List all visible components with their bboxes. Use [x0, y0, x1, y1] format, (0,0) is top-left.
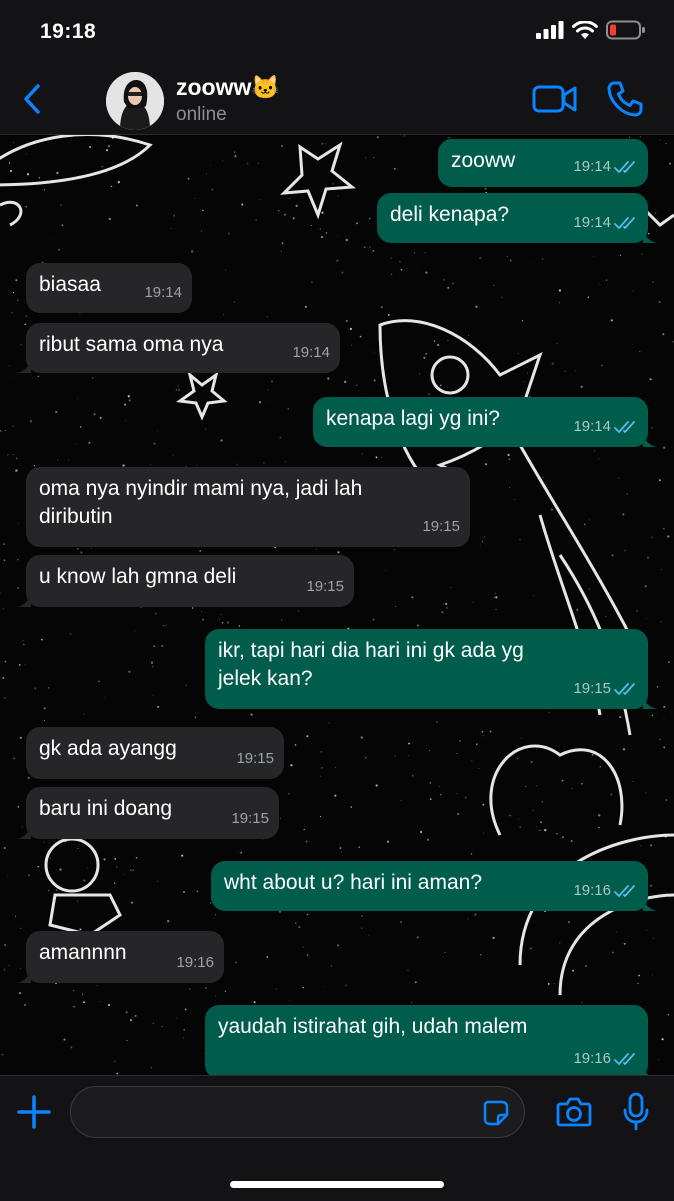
- message-text: ikr, tapi hari dia hari ini gk ada yg je…: [218, 639, 524, 690]
- read-ticks-icon: [614, 885, 635, 897]
- status-time: 19:18: [40, 20, 97, 43]
- bubble-tail: [17, 593, 31, 607]
- message-meta: 19:14: [573, 209, 638, 237]
- message-meta: 19:15: [573, 675, 638, 703]
- message-bubble-outgoing[interactable]: yaudah istirahat gih, udah malem 19:16: [205, 1005, 649, 1075]
- composer-bar: [0, 1075, 674, 1201]
- home-indicator: [230, 1181, 444, 1188]
- bubble-tail: [643, 695, 657, 709]
- message-text: oma nya nyindir mami nya, jadi lah dirib…: [39, 477, 363, 528]
- message-meta: 19:16: [573, 1045, 638, 1073]
- message-list[interactable]: zooww 19:14 deli kenapa? 19:14 biasaa 19:14 ri…: [0, 135, 674, 1075]
- message-text: u know lah gmna deli: [39, 565, 237, 588]
- message-time: 19:15: [231, 810, 269, 827]
- message-meta: 19:15: [231, 805, 269, 833]
- message-meta: 19:14: [573, 413, 638, 441]
- video-call-icon[interactable]: [532, 84, 578, 114]
- message-bubble-outgoing[interactable]: zooww 19:14: [438, 139, 648, 187]
- message-bubble-incoming[interactable]: oma nya nyindir mami nya, jadi lah dirib…: [26, 467, 470, 547]
- message-time: 19:15: [306, 578, 344, 595]
- contact-name[interactable]: zooww🐱: [176, 74, 280, 101]
- plus-icon[interactable]: [16, 1094, 52, 1130]
- message-meta: 19:15: [422, 513, 460, 541]
- message-bubble-incoming[interactable]: baru ini doang 19:15: [17, 787, 279, 839]
- bubble-tail: [17, 969, 31, 983]
- phone-call-icon[interactable]: [606, 80, 644, 118]
- message-time: 19:15: [422, 518, 460, 535]
- read-ticks-icon: [614, 161, 635, 173]
- read-ticks-icon: [614, 217, 635, 229]
- message-meta: 19:14: [573, 153, 638, 181]
- message-bubble-incoming[interactable]: amannnn 19:16: [17, 931, 224, 983]
- message-text: ribut sama oma nya: [39, 333, 224, 356]
- message-bubble-outgoing[interactable]: ikr, tapi hari dia hari ini gk ada yg je…: [205, 629, 657, 709]
- bubble-tail: [643, 229, 657, 243]
- message-bubble-incoming[interactable]: u know lah gmna deli 19:15: [17, 555, 354, 607]
- sticker-icon[interactable]: [482, 1099, 510, 1127]
- message-bubble-outgoing[interactable]: wht about u? hari ini aman? 19:16: [211, 861, 657, 911]
- status-icons: [536, 20, 646, 40]
- message-meta: 19:14: [292, 339, 330, 367]
- message-meta: 19:16: [573, 877, 638, 905]
- message-meta: 19:16: [176, 949, 214, 977]
- message-time: 19:14: [573, 214, 611, 231]
- camera-icon[interactable]: [556, 1096, 592, 1128]
- message-text: yaudah istirahat gih, udah malem: [218, 1015, 528, 1038]
- message-time: 19:14: [292, 344, 330, 361]
- message-meta: 19:14: [144, 279, 182, 307]
- message-time: 19:14: [573, 158, 611, 175]
- bubble-tail: [17, 825, 31, 839]
- microphone-icon[interactable]: [622, 1092, 650, 1132]
- contact-status: online: [176, 104, 227, 125]
- bubble-tail: [643, 433, 657, 447]
- message-bubble-outgoing[interactable]: kenapa lagi yg ini? 19:14: [313, 397, 657, 447]
- chat-header: zooww🐱 online: [0, 66, 674, 135]
- wifi-icon: [572, 20, 598, 39]
- message-bubble-outgoing[interactable]: deli kenapa? 19:14: [377, 193, 657, 243]
- read-ticks-icon: [614, 683, 635, 695]
- bubble-tail: [17, 359, 31, 373]
- message-meta: 19:15: [236, 745, 274, 773]
- read-ticks-icon: [614, 1053, 635, 1065]
- message-time: 19:16: [573, 1050, 611, 1067]
- message-time: 19:14: [144, 284, 182, 301]
- message-bubble-incoming[interactable]: gk ada ayangg 19:15: [26, 727, 284, 779]
- bubble-tail: [643, 1065, 649, 1075]
- read-ticks-icon: [614, 421, 635, 433]
- message-time: 19:15: [236, 750, 274, 767]
- message-meta: 19:15: [306, 573, 344, 601]
- status-bar: 19:18: [0, 0, 674, 66]
- signal-icon: [536, 21, 564, 39]
- message-bubble-incoming[interactable]: biasaa 19:14: [26, 263, 192, 313]
- bubble-tail: [643, 897, 657, 911]
- message-bubble-incoming[interactable]: ribut sama oma nya 19:14: [17, 323, 340, 373]
- back-icon[interactable]: [20, 81, 46, 117]
- message-time: 19:16: [176, 954, 214, 971]
- message-time: 19:15: [573, 680, 611, 697]
- message-time: 19:16: [573, 882, 611, 899]
- message-time: 19:14: [573, 418, 611, 435]
- message-input[interactable]: [70, 1086, 525, 1138]
- battery-icon: [606, 20, 645, 40]
- avatar[interactable]: [106, 72, 164, 130]
